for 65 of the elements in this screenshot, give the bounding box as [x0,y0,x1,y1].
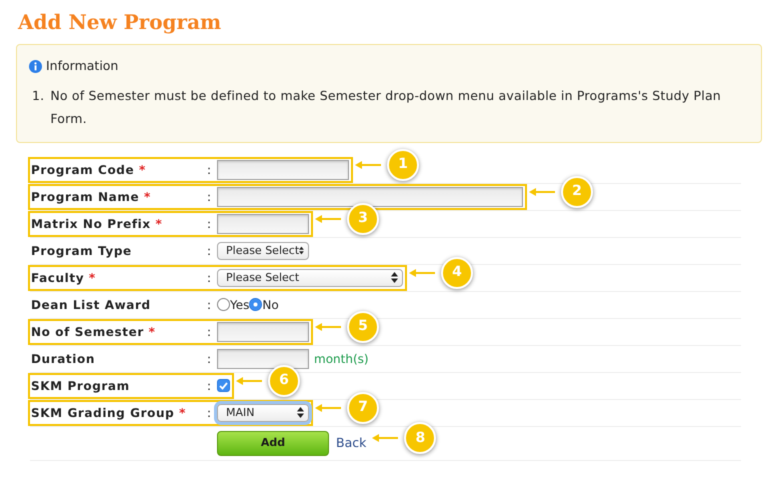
separator: : [207,242,212,260]
field-label: Faculty [31,270,84,285]
separator: : [207,188,212,206]
callout-arrow [529,188,555,196]
page-title: Add New Program [18,10,222,34]
separator: : [207,350,212,368]
separator: : [207,216,212,233]
item-number: 1. [32,86,44,105]
updown-icon [297,407,304,418]
input-field[interactable] [217,186,523,207]
callout-arrow [355,160,381,169]
radio-button[interactable] [249,298,262,312]
add-button[interactable]: Add [217,430,329,456]
callout-arrow [315,214,341,223]
callout-badge: 7 [347,392,379,424]
dropdown[interactable]: MAIN [217,404,309,422]
dropdown[interactable]: Please Select [217,242,309,260]
field-label: Program Type [31,244,132,258]
separator: : [207,324,212,341]
callout-arrow [409,268,435,277]
callout-badge: 1 [387,148,419,181]
callout-arrow [372,434,398,442]
field-label: No of Semester [31,324,144,339]
required-mark: * [179,406,186,420]
field-label: Program Code [31,162,134,177]
updown-icon [391,272,398,284]
callout-badge: 2 [561,176,593,208]
input-field[interactable] [217,322,309,342]
required-mark: * [156,216,162,231]
info-heading: Information [46,57,118,75]
input-field[interactable] [217,160,349,180]
callout-arrow [315,404,341,412]
required-mark: * [144,190,151,204]
checkbox[interactable] [217,379,230,392]
field-label: Duration [31,352,95,366]
callout-badge: 6 [268,364,300,397]
option-label: Yes [230,296,250,314]
field-label: SKM Grading Group [31,406,174,420]
field-label: SKM Program [31,378,130,393]
required-mark: * [148,324,156,339]
dropdown[interactable]: Please Select [217,268,403,287]
field-label: Program Name [31,190,140,204]
separator: : [207,404,212,422]
back-link[interactable]: Back [336,434,366,453]
callout-badge: 5 [347,310,379,343]
callout-badge: 8 [404,422,436,454]
field-label: Matrix No Prefix [31,216,151,231]
option-label: No [262,296,279,314]
updown-icon [299,245,304,256]
separator: : [207,378,212,395]
required-mark: * [88,270,96,285]
separator: : [207,162,212,179]
info-icon [29,60,42,73]
radio-button[interactable] [217,298,230,312]
info-item: No of Semester must be defined to make Semester drop-down menu available in Programs's Study Plan Form. [50,86,722,128]
field-label: Dean List Award [31,298,151,312]
callout-arrow [236,376,262,385]
separator: : [207,270,212,287]
input-field[interactable] [217,214,309,234]
input-field[interactable] [217,348,309,369]
required-mark: * [139,162,146,177]
callout-arrow [315,322,341,331]
callout-badge: 4 [441,256,473,289]
unit-label: month(s) [314,350,369,368]
separator: : [207,296,212,314]
